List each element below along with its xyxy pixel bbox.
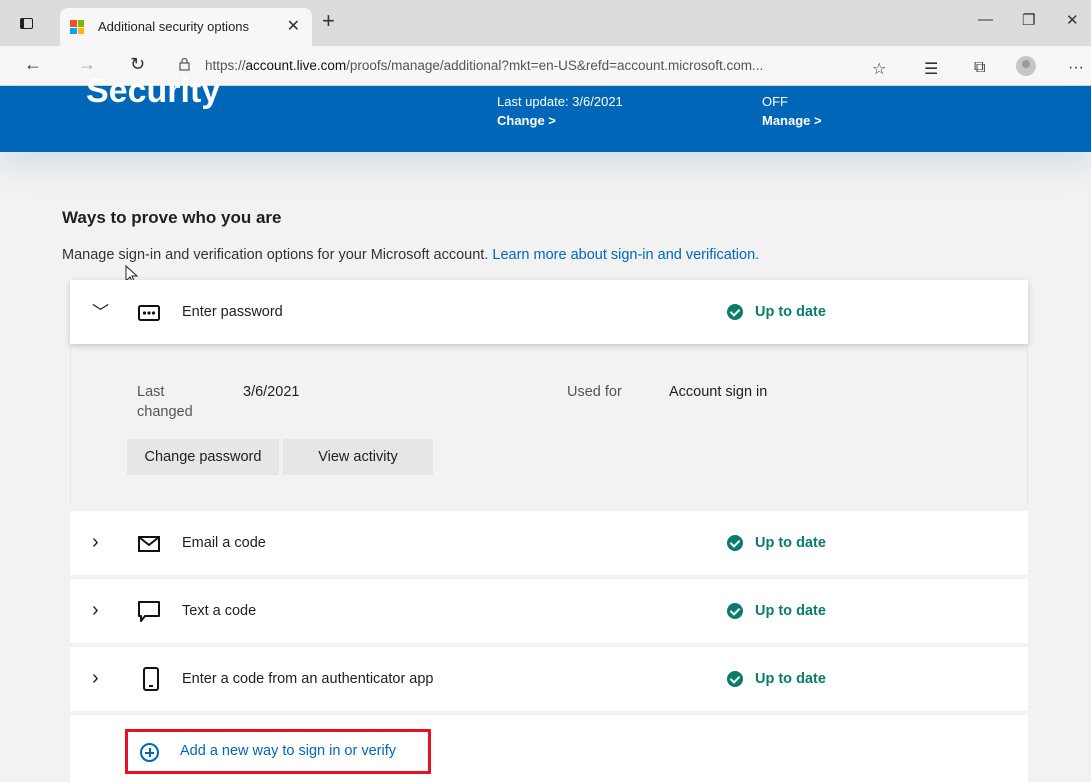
profile-avatar[interactable] — [1016, 56, 1036, 76]
method-label: Text a code — [182, 603, 257, 619]
security-banner: Security Last update: 3/6/2021 Change > … — [0, 72, 1091, 152]
check-circle-icon — [727, 603, 743, 619]
envelope-icon — [138, 536, 160, 552]
two-step-status: OFF — [762, 94, 788, 109]
more-options-icon[interactable]: ··· — [1068, 59, 1084, 77]
url-field[interactable]: https://account.live.com/proofs/manage/a… — [165, 51, 905, 81]
chevron-right-icon[interactable]: › — [92, 531, 99, 554]
password-summary: Last update: 3/6/2021 Change > — [497, 92, 623, 130]
url-text: https://account.live.com/proofs/manage/a… — [205, 58, 764, 73]
browser-tab[interactable]: Additional security options ✕ — [60, 8, 312, 46]
close-window-icon[interactable]: ✕ — [1066, 11, 1079, 29]
status-badge: Up to date — [727, 535, 826, 551]
tab-title: Additional security options — [98, 19, 250, 34]
chevron-down-icon[interactable]: ﹀ — [92, 298, 109, 323]
last-update-text: Last update: 3/6/2021 — [497, 94, 623, 109]
method-row-authenticator[interactable]: › Enter a code from an authenticator app… — [70, 647, 1028, 711]
status-badge: Up to date — [727, 603, 826, 619]
change-link[interactable]: Change > — [497, 111, 623, 130]
view-activity-button[interactable]: View activity — [283, 439, 433, 475]
change-password-button[interactable]: Change password — [127, 439, 279, 475]
method-label: Enter password — [182, 304, 283, 320]
microsoft-logo-icon — [70, 20, 84, 34]
learn-more-link[interactable]: Learn more about sign-in and verificatio… — [492, 247, 759, 263]
method-row-password[interactable]: ﹀ Enter password Up to date — [70, 280, 1028, 344]
section-description: Manage sign-in and verification options … — [62, 247, 760, 263]
method-row-text[interactable]: › Text a code Up to date — [70, 579, 1028, 643]
password-details-panel: Last changed 3/6/2021 Used for Account s… — [70, 344, 1028, 504]
highlight-box: Add a new way to sign in or verify — [125, 729, 431, 774]
add-favorite-icon[interactable]: ☆ — [872, 59, 886, 79]
browser-tab-bar: Additional security options ✕ + — ❐ ✕ — [0, 0, 1091, 46]
check-circle-icon — [727, 535, 743, 551]
collections-icon[interactable]: ⧉ — [974, 59, 985, 77]
used-for-label: Used for — [567, 384, 622, 400]
status-badge: Up to date — [727, 304, 826, 320]
lock-icon — [179, 57, 190, 71]
two-step-summary: OFF Manage > — [762, 92, 822, 130]
last-changed-label: Last changed — [137, 384, 193, 420]
used-for-value: Account sign in — [669, 384, 768, 400]
minimize-icon[interactable]: — — [978, 11, 993, 28]
tab-actions-icon[interactable] — [20, 18, 33, 29]
manage-link[interactable]: Manage > — [762, 111, 822, 130]
new-tab-icon[interactable]: + — [322, 8, 335, 34]
close-tab-icon[interactable]: ✕ — [287, 16, 300, 36]
restore-icon[interactable]: ❐ — [1022, 11, 1035, 29]
favorites-icon[interactable]: ☰ — [924, 59, 938, 79]
method-row-email[interactable]: › Email a code Up to date — [70, 511, 1028, 575]
add-method-row: Add a new way to sign in or verify — [70, 715, 1028, 782]
add-method-link[interactable]: Add a new way to sign in or verify — [180, 743, 396, 759]
phone-icon — [143, 667, 159, 691]
status-badge: Up to date — [727, 671, 826, 687]
page-title: Security — [86, 72, 221, 110]
add-circle-icon[interactable] — [140, 743, 159, 762]
chevron-right-icon[interactable]: › — [92, 599, 99, 622]
check-circle-icon — [727, 671, 743, 687]
method-label: Email a code — [182, 535, 266, 551]
section-title: Ways to prove who you are — [62, 208, 282, 227]
chat-bubble-icon — [138, 601, 160, 622]
check-circle-icon — [727, 304, 743, 320]
back-icon[interactable]: ← — [24, 54, 42, 75]
last-changed-value: 3/6/2021 — [243, 384, 300, 400]
method-label: Enter a code from an authenticator app — [182, 671, 434, 687]
password-dots-icon — [138, 305, 160, 321]
chevron-right-icon[interactable]: › — [92, 667, 99, 690]
